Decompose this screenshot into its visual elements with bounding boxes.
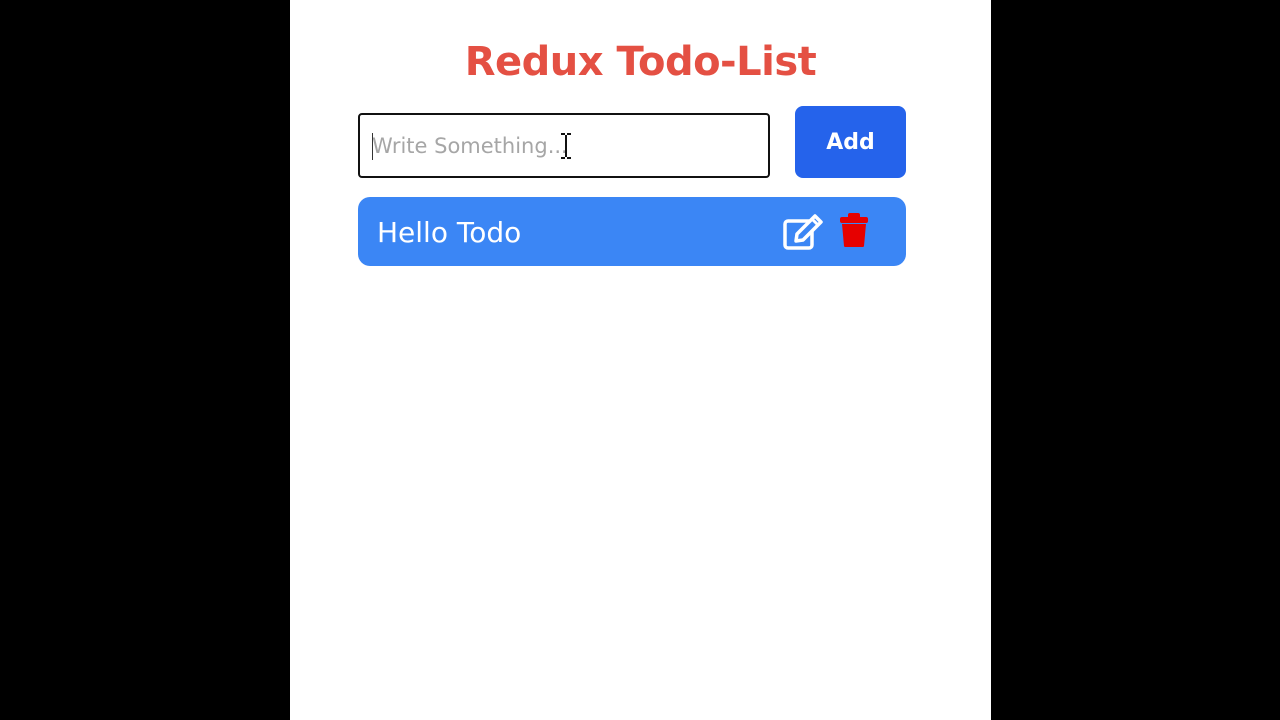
add-button[interactable]: Add: [795, 106, 906, 178]
page-title: Redux Todo-List: [464, 39, 817, 85]
todo-text: Hello Todo: [377, 216, 522, 249]
edit-icon[interactable]: [782, 211, 824, 251]
screen: Redux Todo-List Add Hello Todo: [0, 0, 1280, 720]
todo-item: Hello Todo: [358, 197, 906, 266]
trash-icon[interactable]: [839, 212, 869, 248]
app-panel: Redux Todo-List Add Hello Todo: [290, 0, 991, 720]
text-caret: [372, 133, 373, 160]
ibeam-cursor-icon: [560, 133, 572, 159]
